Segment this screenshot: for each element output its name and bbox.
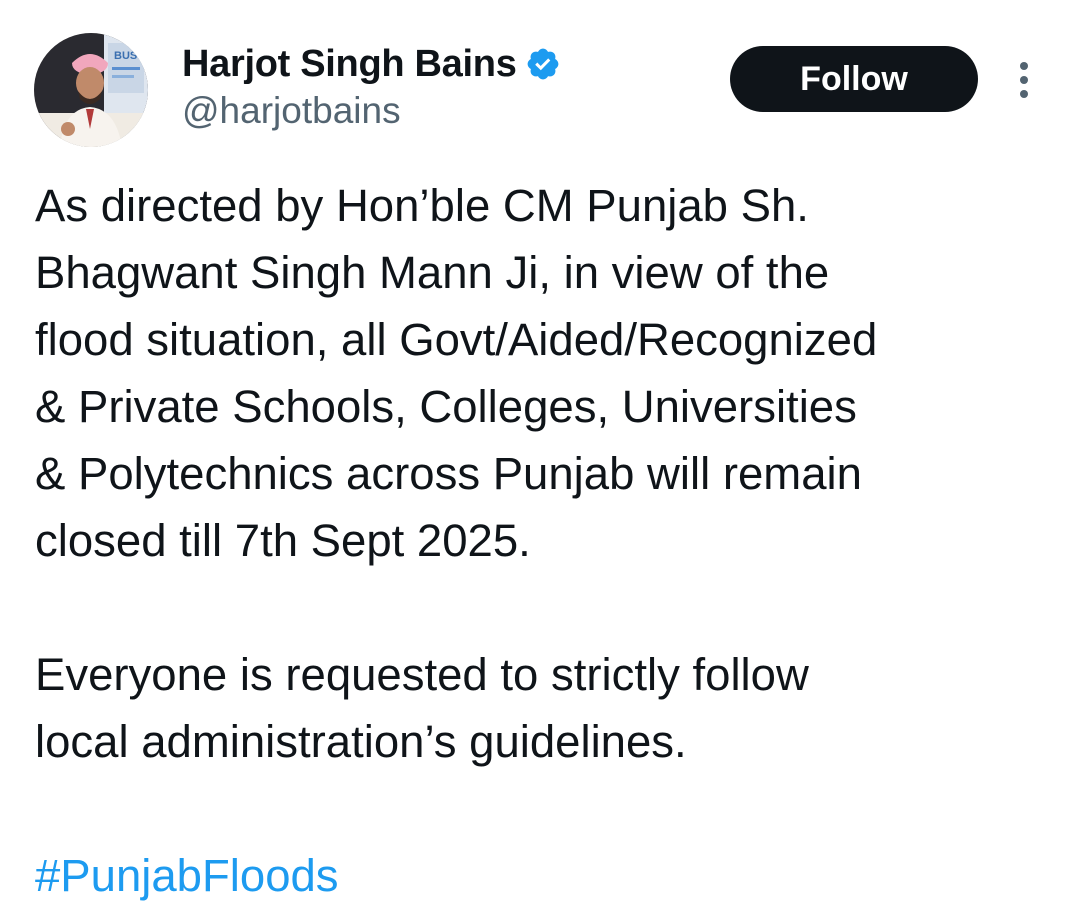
hashtag-link[interactable]: #PunjabFloods: [35, 842, 1055, 909]
tweet-line: & Private Schools, Colleges, Universitie…: [35, 381, 857, 432]
tweet-paragraph-3: #PunjabFloods: [35, 842, 1055, 909]
author-handle[interactable]: @harjotbains: [182, 90, 401, 132]
tweet-line: Everyone is requested to strictly follow: [35, 649, 809, 700]
tweet-text: As directed by Hon’ble CM Punjab Sh. Bha…: [35, 172, 1055, 909]
tweet-line: flood situation, all Govt/Aided/Recogniz…: [35, 314, 878, 365]
profile-avatar[interactable]: BUS: [34, 33, 148, 147]
tweet-line: closed till 7th Sept 2025.: [35, 515, 531, 566]
avatar-image: BUS: [34, 33, 148, 147]
more-dot: [1020, 76, 1028, 84]
more-dot: [1020, 62, 1028, 70]
tweet-paragraph-1: As directed by Hon’ble CM Punjab Sh. Bha…: [35, 172, 1055, 574]
verified-badge-icon: [525, 46, 561, 82]
svg-text:BUS: BUS: [114, 50, 137, 62]
author-name-row[interactable]: Harjot Singh Bains: [182, 40, 561, 88]
tweet-line: Bhagwant Singh Mann Ji, in view of the: [35, 247, 830, 298]
more-options-icon[interactable]: [1004, 58, 1044, 102]
tweet-card: BUS Harjot Singh Bains @harjotbains Foll…: [0, 0, 1080, 914]
more-dot: [1020, 90, 1028, 98]
tweet-line: & Polytechnics across Punjab will remain: [35, 448, 862, 499]
tweet-paragraph-2: Everyone is requested to strictly follow…: [35, 641, 1055, 775]
tweet-line: local administration’s guidelines.: [35, 716, 687, 767]
tweet-line: As directed by Hon’ble CM Punjab Sh.: [35, 180, 809, 231]
author-display-name[interactable]: Harjot Singh Bains: [182, 43, 517, 86]
follow-button[interactable]: Follow: [730, 46, 978, 112]
